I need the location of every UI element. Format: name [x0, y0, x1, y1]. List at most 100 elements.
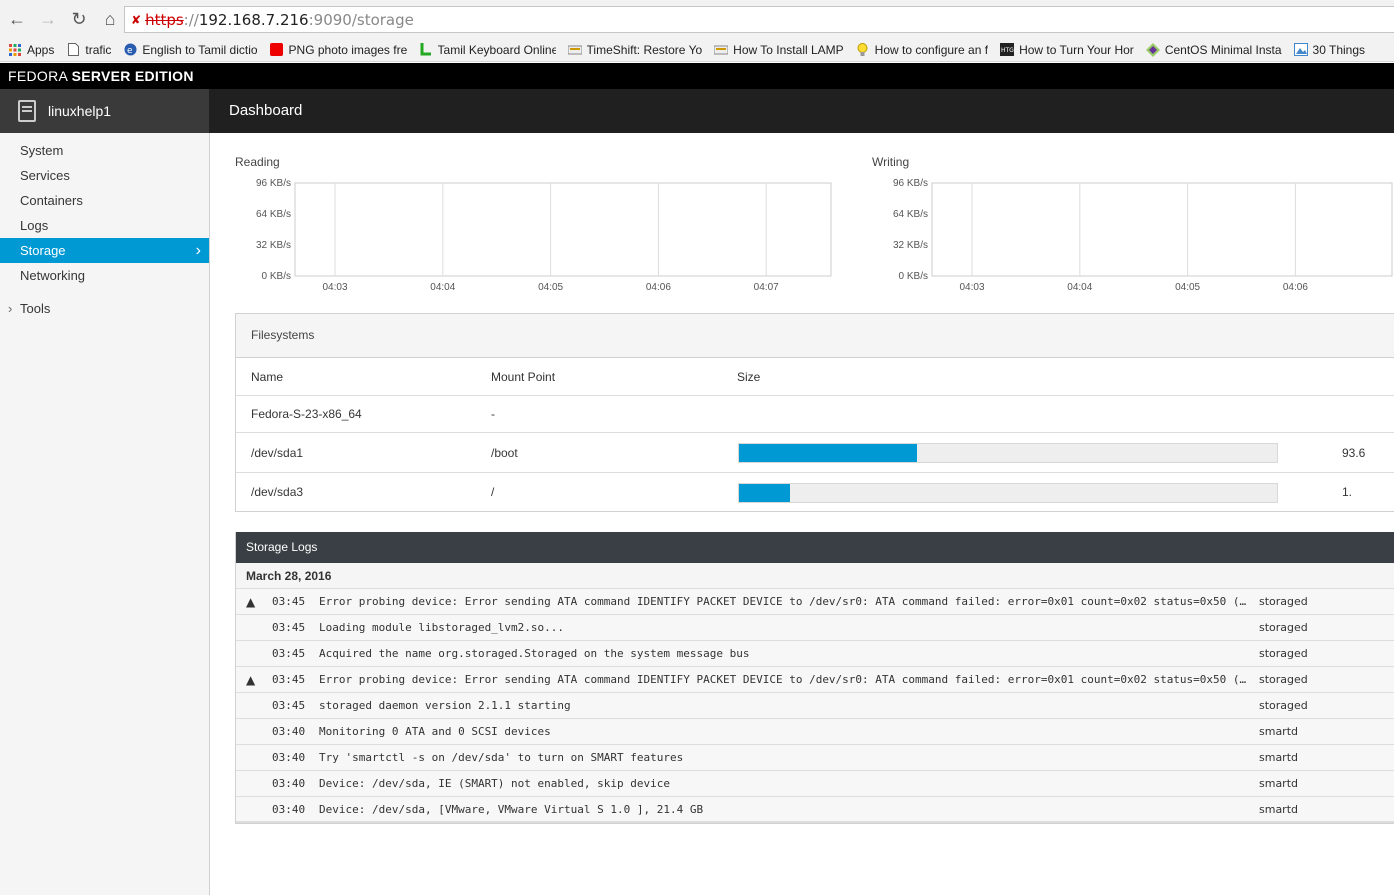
log-entry[interactable]: 03:45 Loading module libstoraged_lvm2.so.…	[236, 615, 1394, 641]
green-l-icon	[419, 43, 433, 57]
x-tick-label: 04:04	[430, 282, 455, 293]
back-arrow-icon[interactable]: ←	[3, 5, 31, 33]
table-row[interactable]: Fedora-S-23-x86_64 -	[236, 396, 1394, 433]
sidebar-item-logs[interactable]: Logs	[0, 213, 209, 238]
bookmark-item[interactable]: CentOS Minimal Insta	[1145, 42, 1282, 57]
log-source: storaged	[1259, 595, 1308, 608]
bookmark-item[interactable]: 30 Things	[1293, 43, 1365, 57]
sidebar-item-storage[interactable]: Storage	[0, 238, 209, 263]
bookmark-item[interactable]: trafic	[66, 43, 111, 57]
reading-chart-svg: 96 KB/s 64 KB/s 32 KB/s 0 KB/s 04:03 04:04 04:…	[256, 178, 832, 293]
y-tick-label: 0 KB/s	[262, 271, 291, 282]
column-size: Size	[737, 370, 761, 384]
fs-mount: /boot	[491, 446, 518, 460]
log-source: storaged	[1259, 647, 1308, 660]
sidebar-item-networking[interactable]: Networking	[0, 263, 209, 288]
bookmark-icon	[567, 43, 582, 57]
log-entry[interactable]: 03:40 Device: /dev/sda, [VMware, VMware V…	[236, 797, 1394, 823]
bookmark-icon	[714, 43, 729, 57]
log-time: 03:45	[272, 699, 306, 712]
log-entry[interactable]: 03:40 Monitoring 0 ATA and 0 SCSI devices…	[236, 719, 1394, 745]
breadcrumb-dashboard[interactable]: Dashboard	[229, 89, 302, 133]
centos-icon	[1145, 42, 1160, 57]
storage-logs-title: Storage Logs	[236, 532, 1394, 563]
plot-area	[294, 182, 832, 277]
forward-arrow-icon[interactable]: →	[34, 5, 62, 33]
usage-bar	[738, 442, 1278, 463]
fs-name: Fedora-S-23-x86_64	[251, 407, 362, 421]
htg-icon: HTG	[1000, 43, 1015, 57]
svg-text:HTG: HTG	[1001, 47, 1014, 54]
usage-bar-fill	[739, 443, 917, 462]
fs-size: 93.6	[1342, 446, 1366, 460]
sidebar-item-tools[interactable]: › Tools	[0, 296, 209, 321]
fs-name: /dev/sda3	[251, 485, 304, 499]
table-row[interactable]: /dev/sda1 /boot 93.6	[236, 433, 1394, 473]
host-bar: linuxhelp1 Dashboard	[0, 89, 1394, 133]
bookmark-item[interactable]: HTG How to Turn Your Hor	[1000, 43, 1134, 57]
log-entry[interactable]: ▲ 03:45 Error probing device: Error sendin…	[236, 667, 1394, 693]
y-tick-label: 0 KB/s	[899, 271, 928, 282]
red-square-icon	[270, 43, 284, 57]
picture-icon	[1293, 43, 1308, 57]
usage-bar	[738, 482, 1278, 503]
log-message: Error probing device: Error sending ATA …	[319, 595, 1247, 608]
browser-toolbar: ← → ↻ ⌂ ✘ https :// 192.168.7.216 :9090/…	[0, 0, 1394, 38]
sidebar-item-containers[interactable]: Containers	[0, 188, 209, 213]
log-entry[interactable]: 03:45 storaged daemon version 2.1.1 start…	[236, 693, 1394, 719]
log-source: storaged	[1259, 673, 1308, 686]
bookmarks-bar: Apps trafic e English to Tamil dictio PN…	[0, 38, 1394, 62]
bookmark-item[interactable]: Apps	[8, 43, 54, 57]
log-time: 03:45	[272, 647, 306, 660]
bookmark-item[interactable]: PNG photo images fre	[270, 43, 407, 57]
bookmark-item[interactable]: How To Install LAMP	[714, 43, 844, 57]
column-name: Name	[251, 370, 284, 384]
sidebar-item-services[interactable]: Services	[0, 163, 209, 188]
log-date-header: March 28, 2016	[236, 563, 1394, 589]
sidebar: System Services Containers Logs Storage …	[0, 133, 210, 895]
log-time: 03:45	[272, 595, 306, 608]
host-switcher[interactable]: linuxhelp1	[0, 89, 209, 133]
url-path: :9090/storage	[308, 10, 414, 29]
column-mount-point: Mount Point	[491, 370, 556, 384]
bulb-icon	[856, 42, 870, 57]
log-entry[interactable]: 03:40 Device: /dev/sda, IE (SMART) not en…	[236, 771, 1394, 797]
address-bar[interactable]: ✘ https :// 192.168.7.216 :9090/storage	[124, 6, 1394, 33]
bookmark-item[interactable]: TimeShift: Restore Yo	[567, 43, 702, 57]
x-tick-label: 04:04	[1067, 282, 1092, 293]
sidebar-item-system[interactable]: System	[0, 138, 209, 163]
log-message: storaged daemon version 2.1.1 starting	[319, 699, 571, 712]
log-entry[interactable]: 03:40 Try 'smartctl -s on /dev/sda' to tu…	[236, 745, 1394, 771]
log-message: Try 'smartctl -s on /dev/sda' to turn on…	[319, 751, 684, 764]
y-tick-label: 32 KB/s	[256, 240, 291, 251]
writing-chart-svg: 96 KB/s 64 KB/s 32 KB/s 0 KB/s 04:03 04:04 04:…	[893, 178, 1393, 293]
bookmark-item[interactable]: e English to Tamil dictio	[123, 43, 258, 57]
page-icon	[66, 43, 80, 57]
x-tick-label: 04:03	[322, 282, 347, 293]
svg-text:e: e	[127, 46, 133, 56]
log-source: smartd	[1259, 751, 1299, 764]
log-list: ▲ 03:45 Error probing device: Error sendin…	[236, 589, 1394, 823]
log-time: 03:45	[272, 673, 306, 686]
log-time: 03:40	[272, 777, 306, 790]
home-icon[interactable]: ⌂	[96, 5, 124, 33]
log-time: 03:45	[272, 621, 306, 634]
host-name: linuxhelp1	[48, 103, 112, 119]
y-tick-label: 64 KB/s	[893, 209, 928, 220]
plot-area	[931, 182, 1393, 277]
brand-name: FEDORA	[8, 68, 72, 84]
bookmark-item[interactable]: Tamil Keyboard Online	[419, 43, 556, 57]
log-entry[interactable]: ▲ 03:45 Error probing device: Error sendin…	[236, 589, 1394, 615]
reload-icon[interactable]: ↻	[65, 5, 93, 33]
apps-grid-icon	[8, 43, 22, 57]
x-tick-label: 04:06	[1283, 282, 1308, 293]
log-time: 03:40	[272, 803, 306, 816]
writing-chart-title: Writing	[872, 155, 910, 169]
log-source: smartd	[1259, 777, 1299, 790]
table-row[interactable]: /dev/sda3 / 1.	[236, 473, 1394, 512]
log-entry[interactable]: 03:45 Acquired the name org.storaged.Stor…	[236, 641, 1394, 667]
bookmark-item[interactable]: How to configure an f	[856, 42, 988, 57]
log-source: storaged	[1259, 621, 1308, 634]
brand-bar: FEDORA SERVER EDITION	[0, 63, 1394, 89]
x-tick-label: 04:05	[538, 282, 563, 293]
